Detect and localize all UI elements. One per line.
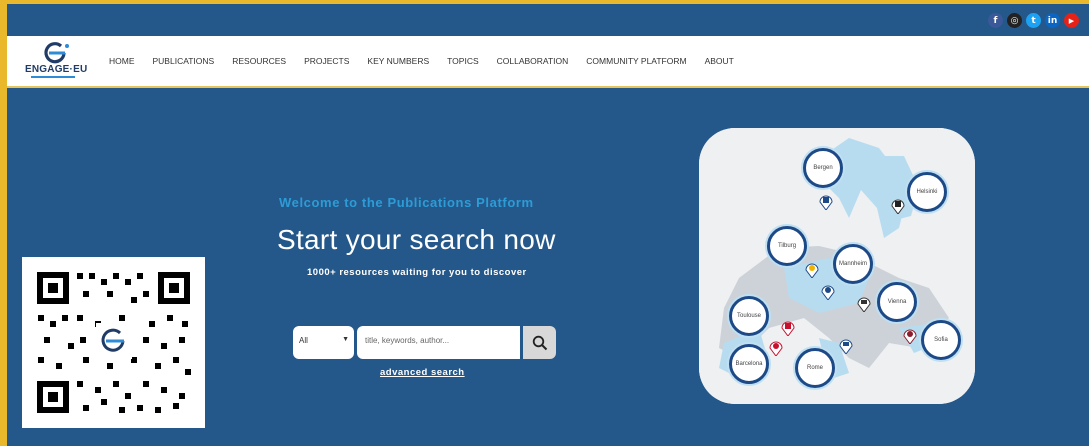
map-city-tilburg[interactable]: Tilburg [767,226,807,266]
university-pin-icon [819,195,833,210]
university-pin-icon [821,285,835,300]
nav-topics[interactable]: TOPICS [447,56,479,66]
search-input[interactable]: title, keywords, author... [357,326,520,359]
university-pin-icon [805,263,819,278]
linkedin-icon[interactable]: in [1045,13,1060,28]
category-select-value: All [299,336,308,345]
nav-about[interactable]: ABOUT [705,56,734,66]
nav-resources[interactable]: RESOURCES [232,56,286,66]
qr-code-image [37,272,191,413]
logo-e-icon [44,42,69,64]
university-pin-icon [839,339,853,354]
advanced-search-link[interactable]: advanced search [380,367,465,378]
chevron-down-icon: ▼ [342,336,349,343]
europe-map: Bergen Helsinki Tilburg Mannheim Vienna … [699,128,975,404]
university-pin-icon [781,321,795,336]
nav-home[interactable]: HOME [109,56,135,66]
navigation-bar: ENGAGE·EU HOME PUBLICATIONS RESOURCES PR… [7,36,1089,88]
nav-publications[interactable]: PUBLICATIONS [153,56,215,66]
main-nav: HOME PUBLICATIONS RESOURCES PROJECTS KEY… [109,56,752,66]
qr-code [22,257,205,428]
search-icon [532,335,547,350]
nav-collaboration[interactable]: COLLABORATION [497,56,569,66]
university-pin-icon [857,297,871,312]
facebook-icon[interactable]: f [988,13,1003,28]
page-frame: f ◎ t in ▶ ENGAGE·EU HOME PUBLICATIONS R… [0,0,1089,446]
instagram-icon[interactable]: ◎ [1007,13,1022,28]
university-pin-icon [903,329,917,344]
twitter-icon[interactable]: t [1026,13,1041,28]
logo-text: ENGAGE·EU [25,64,88,75]
category-select[interactable]: All ▼ [293,326,354,359]
map-city-mannheim[interactable]: Mannheim [833,244,873,284]
engage-eu-logo[interactable]: ENGAGE·EU [25,40,91,82]
map-city-vienna[interactable]: Vienna [877,282,917,322]
map-city-sofia[interactable]: Sofia [921,320,961,360]
nav-projects[interactable]: PROJECTS [304,56,349,66]
map-city-toulouse[interactable]: Toulouse [729,296,769,336]
university-pin-icon [769,341,783,356]
map-city-barcelona[interactable]: Barcelona [729,344,769,384]
welcome-heading: Welcome to the Publications Platform [279,195,534,210]
university-pin-icon [891,199,905,214]
search-button[interactable] [523,326,556,359]
nav-community-platform[interactable]: COMMUNITY PLATFORM [586,56,686,66]
youtube-icon[interactable]: ▶ [1064,13,1079,28]
top-bar: f ◎ t in ▶ [7,4,1089,36]
map-city-helsinki[interactable]: Helsinki [907,172,947,212]
nav-key-numbers[interactable]: KEY NUMBERS [367,56,429,66]
logo-underline [31,76,75,78]
hero-title: Start your search now [277,224,556,255]
map-city-bergen[interactable]: Bergen [803,148,843,188]
social-links: f ◎ t in ▶ [988,13,1079,28]
resources-count-text: 1000+ resources waiting for you to disco… [307,267,527,278]
map-city-rome[interactable]: Rome [795,348,835,388]
search-bar: All ▼ title, keywords, author... [293,326,556,359]
